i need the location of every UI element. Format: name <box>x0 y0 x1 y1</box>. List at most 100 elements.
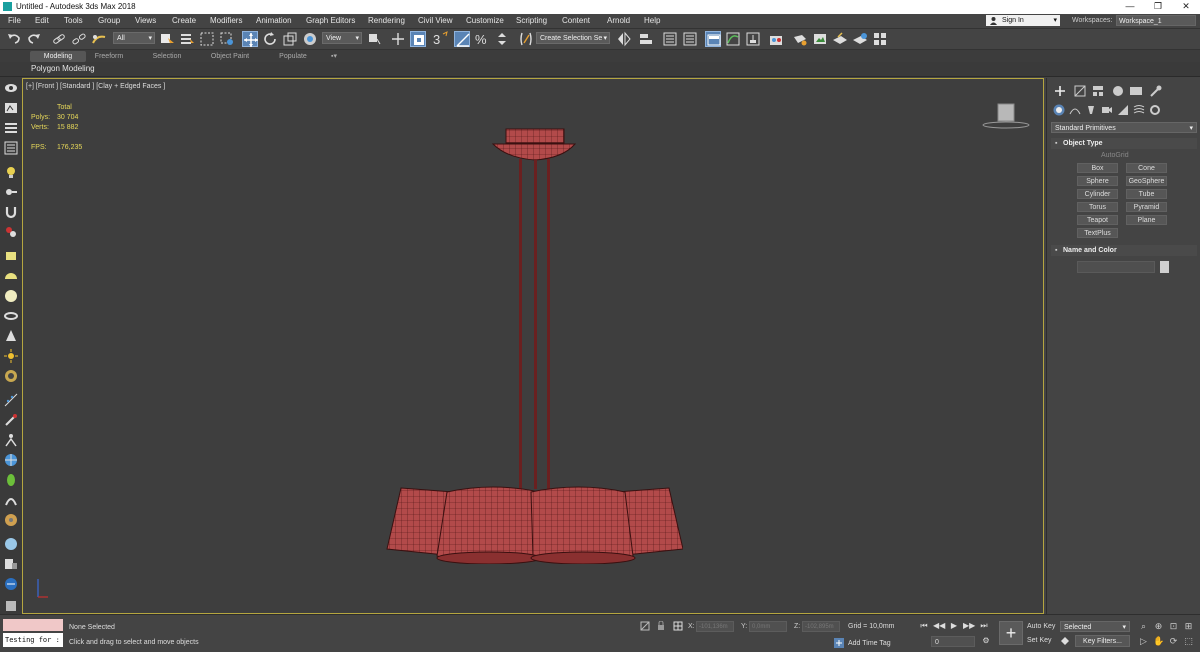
scene-explorer-eye-icon[interactable] <box>4 81 18 95</box>
light-bulb-icon[interactable] <box>4 165 18 179</box>
tab-selection[interactable]: Selection <box>144 51 190 62</box>
layer-list-icon[interactable] <box>4 121 18 135</box>
geosphere-button[interactable]: GeoSphere <box>1126 176 1167 186</box>
textplus-button[interactable]: TextPlus <box>1077 228 1118 238</box>
workspace-dropdown[interactable]: Workspace_1 <box>1116 15 1196 26</box>
geometry-category-icon[interactable] <box>1053 104 1065 116</box>
window-crossing-icon[interactable] <box>219 31 235 47</box>
percent-snap-icon[interactable]: % <box>474 31 490 47</box>
hemisphere-icon[interactable] <box>4 269 18 283</box>
maxscript-input[interactable]: Testing for : <box>3 633 63 647</box>
object-type-rollout[interactable]: Object Type <box>1051 138 1197 149</box>
box-button[interactable]: Box <box>1077 163 1118 173</box>
pyramid-button[interactable]: Pyramid <box>1126 202 1167 212</box>
go-to-end-icon[interactable]: ⏭ <box>978 620 990 632</box>
tab-freeform[interactable]: Freeform <box>86 51 132 62</box>
display-teapot-icon[interactable] <box>4 101 18 115</box>
menu-modifiers[interactable]: Modifiers <box>210 16 242 25</box>
particle-icon[interactable] <box>4 393 18 407</box>
primitive-category-dropdown[interactable]: Standard Primitives <box>1051 122 1197 134</box>
bind-space-warp-icon[interactable] <box>91 31 107 47</box>
sign-in-dropdown[interactable]: Sign In ▾ <box>986 15 1060 26</box>
zoom-extents-all-icon[interactable]: ⊞ <box>1183 621 1194 632</box>
angle-snap-icon[interactable] <box>454 31 470 47</box>
selection-filter-dropdown[interactable]: All <box>113 32 155 45</box>
space-warps-category-icon[interactable] <box>1133 104 1145 116</box>
sphere-button[interactable]: Sphere <box>1077 176 1118 186</box>
set-keys-button[interactable]: + <box>999 621 1023 645</box>
modify-tab-icon[interactable] <box>1073 85 1087 97</box>
display-tab-icon[interactable] <box>1129 85 1143 97</box>
link-icon[interactable] <box>51 31 67 47</box>
previous-frame-icon[interactable]: ◀◀ <box>933 620 945 632</box>
undo-icon[interactable] <box>6 31 22 47</box>
render-light-icon[interactable] <box>4 577 18 591</box>
y-coordinate-field[interactable]: 0,0mm <box>749 621 787 632</box>
rotate-icon[interactable] <box>262 31 278 47</box>
orbit-icon[interactable]: ⟳ <box>1168 636 1179 647</box>
auto-key-button[interactable]: Auto Key <box>1027 621 1056 632</box>
sun-icon[interactable] <box>4 349 18 363</box>
edit-named-selection-icon[interactable] <box>518 31 534 47</box>
named-selection-dropdown[interactable]: Create Selection Se <box>536 32 610 45</box>
minimize-button[interactable]: — <box>1116 0 1144 14</box>
menu-scripting[interactable]: Scripting <box>516 16 547 25</box>
tab-modeling[interactable]: Modeling <box>30 51 86 62</box>
redo-icon[interactable] <box>26 31 42 47</box>
cylinder-button[interactable]: Cylinder <box>1077 189 1118 199</box>
a360-gallery-icon[interactable] <box>872 31 888 47</box>
plane-button[interactable]: Plane <box>1126 215 1167 225</box>
close-button[interactable]: ✕ <box>1172 0 1200 14</box>
snaps-toggle-icon[interactable]: 3 <box>432 31 448 47</box>
schematic-view-icon[interactable] <box>745 31 761 47</box>
isolate-selection-icon[interactable] <box>640 621 650 631</box>
menu-graph-editors[interactable]: Graph Editors <box>306 16 355 25</box>
current-frame-field[interactable]: 0 <box>931 636 975 647</box>
viewcube-icon[interactable] <box>981 101 1031 129</box>
hair-icon[interactable] <box>4 473 18 487</box>
texture-icon[interactable] <box>4 513 18 527</box>
menu-animation[interactable]: Animation <box>256 16 292 25</box>
dynamics-icon[interactable] <box>4 225 18 239</box>
toggle-ribbon-icon[interactable] <box>705 31 721 47</box>
reference-coordinate-dropdown[interactable]: View <box>322 32 362 45</box>
field-of-view-icon[interactable]: ▷ <box>1138 636 1149 647</box>
lights-category-icon[interactable] <box>1085 104 1097 116</box>
material-editor-icon[interactable] <box>768 31 784 47</box>
arnold-sphere-icon[interactable] <box>4 537 18 551</box>
time-tag-icon[interactable] <box>834 638 844 648</box>
toggle-scene-explorer-icon[interactable] <box>662 31 678 47</box>
ribbon-options-icon[interactable]: ▪▾ <box>324 51 344 62</box>
sphere-icon[interactable] <box>4 289 18 303</box>
maximize-viewport-icon[interactable]: ⬚ <box>1183 636 1194 647</box>
cameras-category-icon[interactable] <box>1101 104 1113 116</box>
shapes-category-icon[interactable] <box>1069 104 1081 116</box>
globe-icon[interactable] <box>4 453 18 467</box>
menu-views[interactable]: Views <box>135 16 156 25</box>
freeze-icon[interactable] <box>4 185 18 199</box>
torus-button[interactable]: Torus <box>1077 202 1118 212</box>
render-setup-icon[interactable] <box>792 31 808 47</box>
hierarchy-tab-icon[interactable] <box>1091 85 1105 97</box>
mirror-icon[interactable] <box>616 31 632 47</box>
key-mode-toggle-icon[interactable] <box>1060 636 1070 646</box>
key-filters-button[interactable]: Key Filters... <box>1075 635 1130 647</box>
polygon-modeling-panel-label[interactable]: Polygon Modeling <box>31 64 95 73</box>
autogrid-checkbox[interactable]: AutoGrid <box>1101 152 1129 159</box>
cone-button[interactable]: Cone <box>1126 163 1167 173</box>
paint-icon[interactable] <box>4 413 18 427</box>
magnet-icon[interactable] <box>4 205 18 219</box>
sidebar-options-icon[interactable] <box>4 599 18 613</box>
torus-icon[interactable] <box>4 309 18 323</box>
rectangular-selection-icon[interactable] <box>199 31 215 47</box>
pan-hand-icon[interactable]: ✋ <box>1153 636 1164 647</box>
select-and-move-icon[interactable] <box>242 31 258 47</box>
menu-group[interactable]: Group <box>98 16 120 25</box>
play-icon[interactable]: ▶ <box>948 620 960 632</box>
zoom-all-icon[interactable]: ⊕ <box>1153 621 1164 632</box>
helpers-category-icon[interactable] <box>1117 104 1129 116</box>
select-object-icon[interactable] <box>159 31 175 47</box>
character-icon[interactable] <box>4 433 18 447</box>
menu-content[interactable]: Content <box>562 16 590 25</box>
menu-tools[interactable]: Tools <box>64 16 83 25</box>
